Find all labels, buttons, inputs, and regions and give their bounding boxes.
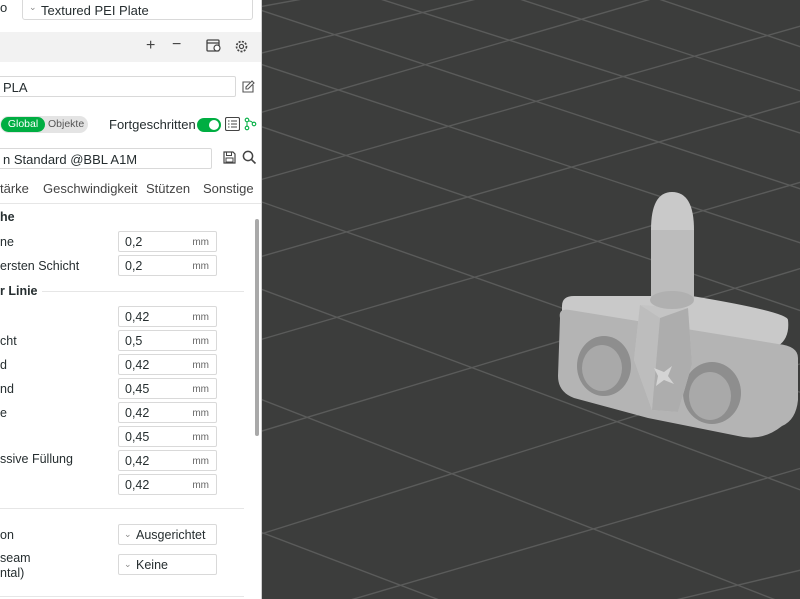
edit-icon[interactable] xyxy=(242,80,255,97)
input-unit: mm xyxy=(192,432,209,443)
input-unit: mm xyxy=(192,408,209,419)
input-unit: mm xyxy=(192,384,209,395)
line-width-default-input[interactable]: 0,42 mm xyxy=(118,306,217,327)
input-unit: mm xyxy=(192,312,209,323)
initial-layer-height-input[interactable]: 0,2 mm xyxy=(118,255,217,276)
settings-scrollbar[interactable] xyxy=(255,219,259,436)
gear-icon[interactable] xyxy=(234,39,249,58)
section-divider xyxy=(0,596,244,597)
filament-header: + − xyxy=(0,32,262,62)
input-value: 0,45 xyxy=(125,430,150,444)
setting-label: d xyxy=(0,358,7,372)
select-value: Keine xyxy=(136,558,168,572)
setting-label: ssive Füllung xyxy=(0,452,73,466)
tab-others[interactable]: Sonstige xyxy=(203,181,254,196)
input-value: 0,42 xyxy=(125,358,150,372)
plus-icon[interactable]: + xyxy=(146,38,155,54)
setting-label-line2: ntal) xyxy=(0,566,25,580)
chevron-down-icon: ⌄ xyxy=(124,529,132,539)
input-unit: mm xyxy=(192,336,209,347)
line-width-top-surface-input[interactable]: 0,42 mm xyxy=(118,402,217,423)
setting-label: ersten Schicht xyxy=(0,259,80,273)
layer-height-input[interactable]: 0,2 mm xyxy=(118,231,217,252)
input-value: 0,2 xyxy=(125,259,143,273)
scope-global-button[interactable]: Global xyxy=(1,117,45,132)
input-value: 0,5 xyxy=(125,334,143,348)
setting-label: e xyxy=(0,406,7,420)
setting-label: seam xyxy=(0,551,31,565)
chevron-down-icon: ⌄ xyxy=(29,2,37,12)
scope-toggle[interactable]: Global Objekte xyxy=(0,116,88,133)
plate-settings-icon[interactable] xyxy=(206,39,222,57)
section-divider xyxy=(0,508,244,509)
input-value: 0,42 xyxy=(125,310,150,324)
plate-type-select[interactable]: ⌄ Textured PEI Plate xyxy=(22,0,253,20)
input-value: 0,42 xyxy=(125,406,150,420)
tabs-divider xyxy=(0,203,262,204)
build-plate xyxy=(262,0,800,599)
tab-speed[interactable]: Geschwindigkeit xyxy=(43,181,138,196)
plate-grid xyxy=(262,0,800,599)
list-icon[interactable] xyxy=(224,116,241,135)
3d-viewport[interactable] xyxy=(262,0,800,599)
advanced-label: Fortgeschritten xyxy=(109,117,196,132)
input-unit: mm xyxy=(192,237,209,248)
process-profile-value: n Standard @BBL A1M xyxy=(3,152,138,167)
input-value: 0,45 xyxy=(125,382,150,396)
line-width-sparse-infill-input[interactable]: 0,45 mm xyxy=(118,426,217,447)
line-width-inner-wall-input[interactable]: 0,45 mm xyxy=(118,378,217,399)
select-value: Ausgerichtet xyxy=(136,528,206,542)
search-icon[interactable] xyxy=(242,150,257,169)
tab-support[interactable]: Stützen xyxy=(146,181,190,196)
setting-label: ne xyxy=(0,235,14,249)
advanced-switch[interactable] xyxy=(197,118,221,132)
setting-label: nd xyxy=(0,382,14,396)
plate-type-value: Textured PEI Plate xyxy=(41,3,149,18)
line-width-outer-wall-input[interactable]: 0,42 mm xyxy=(118,354,217,375)
line-width-first-layer-input[interactable]: 0,5 mm xyxy=(118,330,217,351)
scarf-seam-select[interactable]: ⌄ Keine xyxy=(118,554,217,575)
save-icon[interactable] xyxy=(223,151,236,168)
settings-panel: o ⌄ Textured PEI Plate + − PLA Global Ob… xyxy=(0,0,262,599)
settings-tabs: tärke Geschwindigkeit Stützen Sonstige xyxy=(0,181,262,201)
chevron-down-icon: ⌄ xyxy=(124,559,132,569)
tab-strength[interactable]: tärke xyxy=(0,181,29,196)
plate-type-label: o xyxy=(0,0,8,15)
input-unit: mm xyxy=(192,456,209,467)
input-value: 0,42 xyxy=(125,454,150,468)
compare-icon[interactable] xyxy=(243,117,257,135)
line-width-support-input[interactable]: 0,42 mm xyxy=(118,474,217,495)
setting-label: on xyxy=(0,528,14,542)
input-unit: mm xyxy=(192,261,209,272)
line-width-solid-infill-input[interactable]: 0,42 mm xyxy=(118,450,217,471)
input-unit: mm xyxy=(192,480,209,491)
section-title-layer-height: he xyxy=(0,210,15,224)
filament-select[interactable]: PLA xyxy=(0,76,236,97)
input-value: 0,42 xyxy=(125,478,150,492)
filament-value: PLA xyxy=(3,80,28,95)
setting-label: cht xyxy=(0,334,17,348)
input-unit: mm xyxy=(192,360,209,371)
section-title-line-width: r Linie xyxy=(0,284,42,298)
3d-model[interactable] xyxy=(558,192,798,438)
seam-position-select[interactable]: ⌄ Ausgerichtet xyxy=(118,524,217,545)
process-profile-select[interactable]: n Standard @BBL A1M xyxy=(0,148,212,169)
minus-icon[interactable]: − xyxy=(172,37,181,53)
scope-objects-button[interactable]: Objekte xyxy=(48,117,84,132)
input-value: 0,2 xyxy=(125,235,143,249)
